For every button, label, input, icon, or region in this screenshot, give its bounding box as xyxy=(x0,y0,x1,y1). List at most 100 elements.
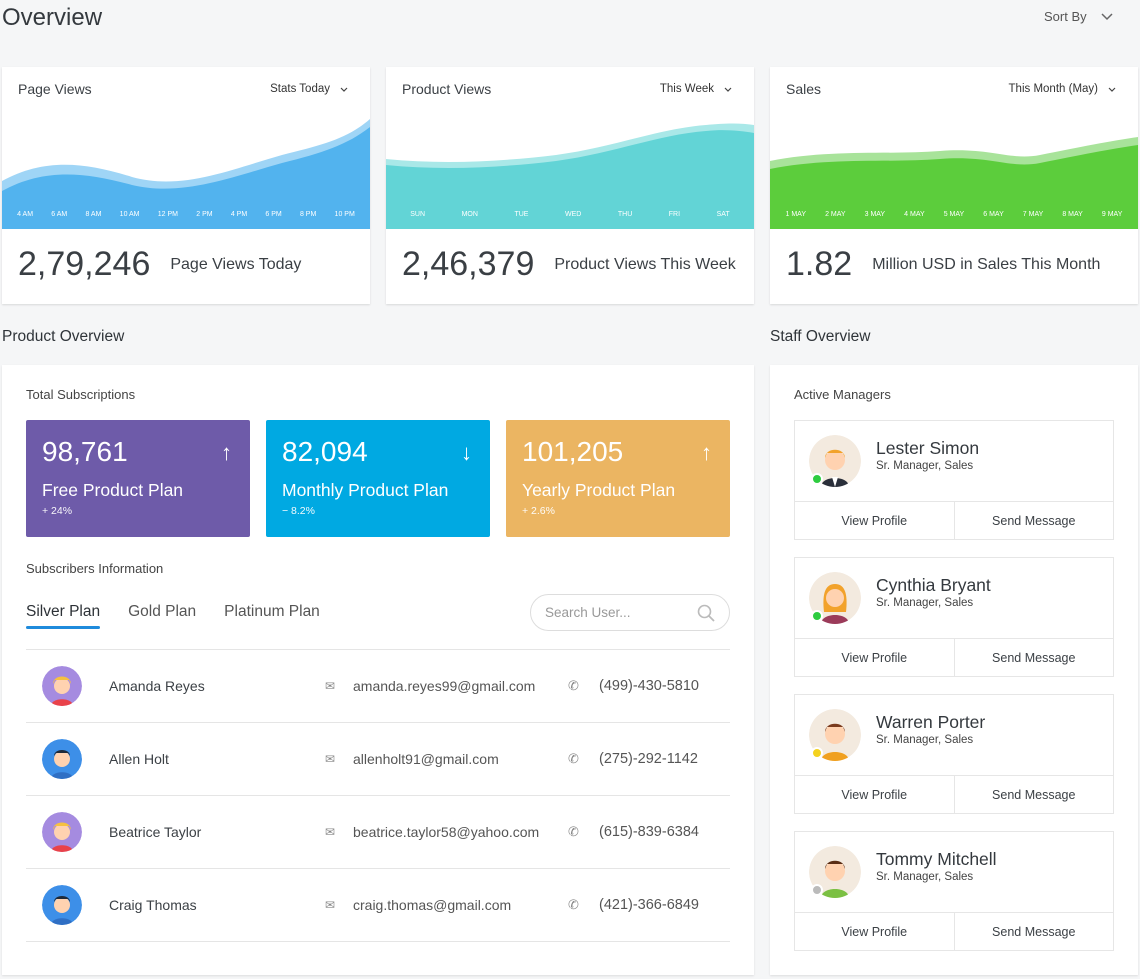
phone-icon: ✆ xyxy=(568,751,579,766)
sales-card: Sales This Month (May) 1 MAY 2 MAY 3 MAY 4 … xyxy=(770,67,1138,304)
plan-change: + 2.6% xyxy=(522,505,555,517)
mail-icon: ✉ xyxy=(325,825,336,839)
yearly-plan-card[interactable]: 101,205 ↑ Yearly Product Plan + 2.6% xyxy=(506,420,730,537)
chevron-down-icon xyxy=(724,87,732,92)
tab-platinum-plan[interactable]: Platinum Plan xyxy=(224,603,320,621)
free-plan-card[interactable]: 98,761 ↑ Free Product Plan + 24% xyxy=(26,420,250,537)
page-views-chart: 4 AM 6 AM 8 AM 10 AM 12 PM 2 PM 4 PM 6 PM 8 PM 10… xyxy=(2,119,370,229)
manager-name: Warren Porter xyxy=(876,712,986,732)
tab-silver-plan[interactable]: Silver Plan xyxy=(26,603,101,629)
arrow-up-icon: ↑ xyxy=(701,440,712,465)
card-title: Page Views xyxy=(18,81,92,97)
search-icon[interactable] xyxy=(697,604,715,622)
range-dropdown[interactable]: Stats Today xyxy=(270,83,348,95)
view-profile-button[interactable]: View Profile xyxy=(795,639,954,676)
view-profile-button[interactable]: View Profile xyxy=(795,913,954,950)
sales-chart: 1 MAY 2 MAY 3 MAY 4 MAY 5 MAY 6 MAY 7 MAY 8 MAY… xyxy=(770,119,1138,229)
total-subscriptions-label: Total Subscriptions xyxy=(26,387,136,402)
manager-card: Tommy Mitchell Sr. Manager, Sales View P… xyxy=(794,831,1114,951)
plan-value: 101,205 xyxy=(522,436,624,467)
tick-label: THU xyxy=(617,211,633,218)
staff-overview-title: Staff Overview xyxy=(770,328,871,345)
tick-label: FRI xyxy=(668,211,681,218)
tick-label: 6 PM xyxy=(265,211,282,218)
table-row[interactable]: Craig Thomas ✉ craig.thomas@gmail.com ✆ … xyxy=(26,869,730,942)
subscriber-name: Craig Thomas xyxy=(109,897,197,913)
tick-label: WED xyxy=(564,211,582,218)
chevron-down-icon xyxy=(1101,12,1113,20)
subscriber-email[interactable]: allenholt91@gmail.com xyxy=(353,751,499,767)
subscriber-phone: (615)-839-6384 xyxy=(599,824,699,840)
subscribers-info-label: Subscribers Information xyxy=(26,561,164,576)
tick-label: 1 MAY xyxy=(785,211,807,218)
card-title: Product Views xyxy=(402,81,492,97)
table-row[interactable]: Beatrice Taylor ✉ beatrice.taylor58@yaho… xyxy=(26,796,730,869)
search-placeholder: Search User... xyxy=(545,605,631,620)
manager-role: Sr. Manager, Sales xyxy=(876,734,974,746)
subscriber-phone: (421)-366-6849 xyxy=(599,897,699,913)
tick-label: 4 AM xyxy=(17,211,34,218)
subscriber-name: Amanda Reyes xyxy=(109,678,205,694)
mail-icon: ✉ xyxy=(325,679,336,693)
subscriber-name: Beatrice Taylor xyxy=(109,824,202,840)
manager-name: Lester Simon xyxy=(876,438,980,458)
arrow-up-icon: ↑ xyxy=(221,440,232,465)
plan-tabs: Silver Plan Gold Plan Platinum Plan xyxy=(26,603,320,629)
range-dropdown[interactable]: This Month (May) xyxy=(1009,83,1116,95)
status-dot xyxy=(811,884,823,896)
subscriber-phone: (275)-292-1142 xyxy=(599,751,698,767)
tick-label: MON xyxy=(461,211,478,218)
chevron-down-icon xyxy=(1108,87,1116,92)
tick-label: 7 MAY xyxy=(1022,211,1044,218)
range-label: This Week xyxy=(659,83,714,95)
search-user-input[interactable]: Search User... xyxy=(530,594,730,631)
view-profile-button[interactable]: View Profile xyxy=(795,502,954,539)
tick-label: 6 AM xyxy=(51,211,68,218)
subscriber-email[interactable]: beatrice.taylor58@yahoo.com xyxy=(353,824,539,840)
view-profile-button[interactable]: View Profile xyxy=(795,776,954,813)
manager-card: Lester Simon Sr. Manager, Sales View Pro… xyxy=(794,420,1114,540)
manager-role: Sr. Manager, Sales xyxy=(876,460,974,472)
table-row[interactable]: Allen Holt ✉ allenholt91@gmail.com ✆ (27… xyxy=(26,723,730,796)
manager-name: Tommy Mitchell xyxy=(876,849,997,869)
send-message-button[interactable]: Send Message xyxy=(953,776,1114,813)
product-overview-title: Product Overview xyxy=(2,328,125,345)
stat-value: 2,79,246 xyxy=(18,245,151,283)
tick-label: 8 MAY xyxy=(1062,211,1083,218)
avatar xyxy=(42,739,82,779)
table-row[interactable]: Amanda Reyes ✉ amanda.reyes99@gmail.com … xyxy=(26,650,730,723)
monthly-plan-card[interactable]: 82,094 ↓ Monthly Product Plan − 8.2% xyxy=(266,420,490,537)
send-message-button[interactable]: Send Message xyxy=(953,639,1114,676)
plan-name: Yearly Product Plan xyxy=(522,480,676,500)
stat-desc: Million USD in Sales This Month xyxy=(872,255,1101,273)
avatar xyxy=(42,812,82,852)
plan-change: + 24% xyxy=(42,505,73,517)
stat-value: 1.82 xyxy=(786,245,853,283)
sort-by-dropdown[interactable]: Sort By xyxy=(1044,9,1113,24)
send-message-button[interactable]: Send Message xyxy=(953,502,1114,539)
manager-card: Cynthia Bryant Sr. Manager, Sales View P… xyxy=(794,557,1114,677)
tick-label: 9 MAY xyxy=(1101,211,1123,218)
plan-value: 82,094 xyxy=(282,436,368,467)
status-dot xyxy=(811,747,823,759)
phone-icon: ✆ xyxy=(568,897,579,912)
tick-label: SUN xyxy=(410,211,426,218)
subscriber-name: Allen Holt xyxy=(109,751,169,767)
phone-icon: ✆ xyxy=(568,824,579,839)
tick-label: 2 MAY xyxy=(825,211,846,218)
subscriber-email[interactable]: amanda.reyes99@gmail.com xyxy=(353,678,535,694)
sort-by-label: Sort By xyxy=(1044,9,1087,24)
subscriber-email[interactable]: craig.thomas@gmail.com xyxy=(353,897,511,913)
product-views-chart: SUN MON TUE WED THU FRI SAT xyxy=(386,119,754,229)
tick-label: 8 PM xyxy=(299,211,317,218)
x-axis-ticks: 4 AM 6 AM 8 AM 10 AM 12 PM 2 PM 4 PM 6 PM 8 PM 10… xyxy=(2,211,370,218)
tick-label: 4 MAY xyxy=(904,211,925,218)
tick-label: 8 AM xyxy=(85,211,102,218)
tick-label: TUE xyxy=(514,211,529,218)
range-label: This Month (May) xyxy=(1008,83,1098,95)
send-message-button[interactable]: Send Message xyxy=(953,913,1114,950)
avatar xyxy=(42,885,82,925)
range-dropdown[interactable]: This Week xyxy=(660,83,732,95)
manager-name: Cynthia Bryant xyxy=(876,575,991,595)
tab-gold-plan[interactable]: Gold Plan xyxy=(128,603,196,621)
